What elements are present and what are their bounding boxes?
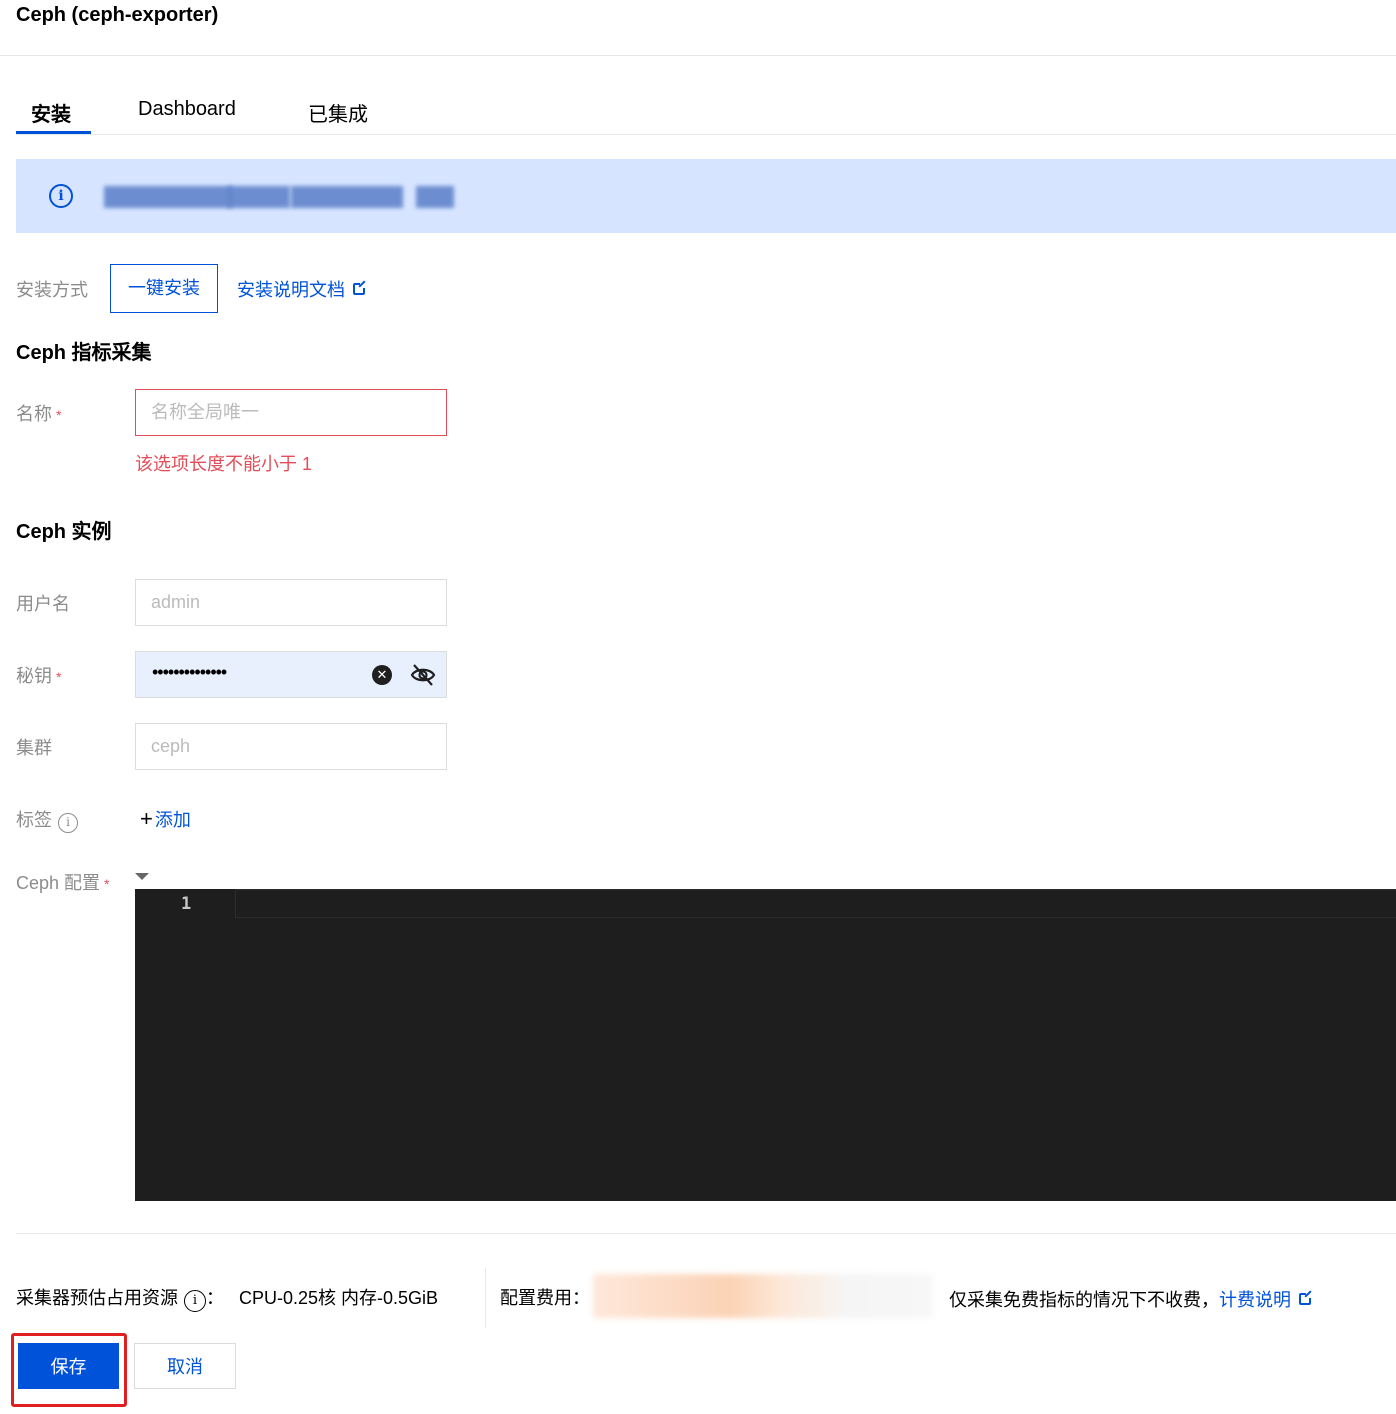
cluster-input[interactable] bbox=[135, 723, 447, 770]
resource-label-suffix: ： bbox=[206, 1288, 224, 1308]
resource-label: 采集器预估占用资源 i： bbox=[16, 1284, 224, 1312]
resource-value: CPU-0.25核 内存-0.5GiB bbox=[239, 1288, 439, 1308]
secret-input[interactable]: •••••••••••••• ✕ bbox=[135, 651, 447, 698]
username-label: 用户名 bbox=[16, 594, 70, 614]
required-mark: * bbox=[56, 407, 62, 423]
secret-label: 秘钥 * bbox=[16, 662, 61, 688]
tab-install[interactable]: 安装 bbox=[31, 98, 71, 127]
instance-section-title: Ceph 实例 bbox=[16, 521, 112, 543]
info-icon[interactable]: i bbox=[184, 1290, 206, 1312]
header-divider bbox=[0, 55, 1396, 56]
page: Ceph (ceph-exporter) 安装 Dashboard 已集成 i … bbox=[0, 0, 1396, 1414]
redacted-cost bbox=[593, 1274, 933, 1318]
cost-note-text: 仅采集免费指标的情况下不收费， bbox=[949, 1290, 1219, 1310]
required-mark: * bbox=[56, 669, 62, 685]
line-number: 1 bbox=[181, 894, 192, 914]
install-doc-link[interactable]: 安装说明文档 bbox=[237, 276, 367, 302]
required-mark: * bbox=[104, 876, 110, 892]
external-link-icon bbox=[353, 281, 367, 295]
redacted-text bbox=[416, 186, 454, 208]
tab-dashboard[interactable]: Dashboard bbox=[138, 98, 236, 121]
cost-note: 仅采集免费指标的情况下不收费，计费说明 bbox=[949, 1286, 1313, 1312]
name-label: 名称 * bbox=[16, 400, 61, 426]
install-doc-link-text: 安装说明文档 bbox=[237, 280, 345, 300]
redacted-text bbox=[104, 186, 232, 208]
eye-off-icon[interactable] bbox=[410, 663, 436, 687]
cost-label: 配置费用： bbox=[500, 1288, 590, 1308]
redacted-text bbox=[228, 186, 290, 208]
config-label-text: Ceph 配置 bbox=[16, 873, 101, 893]
clear-icon[interactable]: ✕ bbox=[372, 665, 392, 685]
username-input[interactable] bbox=[135, 579, 447, 626]
info-banner: i bbox=[16, 159, 1396, 233]
add-tag-button[interactable]: + 添加 bbox=[140, 806, 191, 832]
info-icon[interactable]: i bbox=[58, 813, 78, 833]
secret-masked-value: •••••••••••••• bbox=[152, 662, 227, 682]
name-input[interactable] bbox=[135, 389, 447, 436]
config-label: Ceph 配置 * bbox=[16, 869, 110, 895]
secret-label-text: 秘钥 bbox=[16, 666, 52, 686]
one-click-install-button[interactable]: 一键安装 bbox=[110, 264, 218, 313]
caret-down-icon[interactable] bbox=[135, 873, 149, 880]
name-error-message: 该选项长度不能小于 1 bbox=[135, 454, 313, 474]
metrics-section-title: Ceph 指标采集 bbox=[16, 342, 152, 364]
redacted-text bbox=[291, 186, 403, 208]
active-tab-indicator bbox=[16, 131, 91, 134]
code-editor[interactable]: 1 bbox=[135, 889, 1396, 1201]
tab-integrated[interactable]: 已集成 bbox=[308, 98, 368, 127]
current-line-highlight bbox=[235, 889, 1396, 918]
page-title: Ceph (ceph-exporter) bbox=[16, 4, 219, 26]
billing-link[interactable]: 计费说明 bbox=[1219, 1290, 1291, 1310]
tab-bar: 安装 Dashboard 已集成 bbox=[16, 88, 1396, 135]
footer-divider bbox=[16, 1233, 1396, 1234]
plus-icon: + bbox=[140, 806, 153, 831]
cancel-button[interactable]: 取消 bbox=[134, 1343, 236, 1389]
info-icon: i bbox=[49, 184, 73, 208]
tags-label: 标签 i bbox=[16, 806, 78, 833]
save-button[interactable]: 保存 bbox=[18, 1343, 119, 1389]
resource-label-text: 采集器预估占用资源 bbox=[16, 1288, 178, 1308]
vertical-divider bbox=[485, 1268, 486, 1328]
name-label-text: 名称 bbox=[16, 404, 52, 424]
cluster-label: 集群 bbox=[16, 738, 52, 758]
tags-label-text: 标签 bbox=[16, 810, 52, 830]
external-link-icon bbox=[1299, 1291, 1313, 1305]
install-method-label: 安装方式 bbox=[16, 280, 88, 300]
add-tag-label: 添加 bbox=[154, 810, 191, 830]
